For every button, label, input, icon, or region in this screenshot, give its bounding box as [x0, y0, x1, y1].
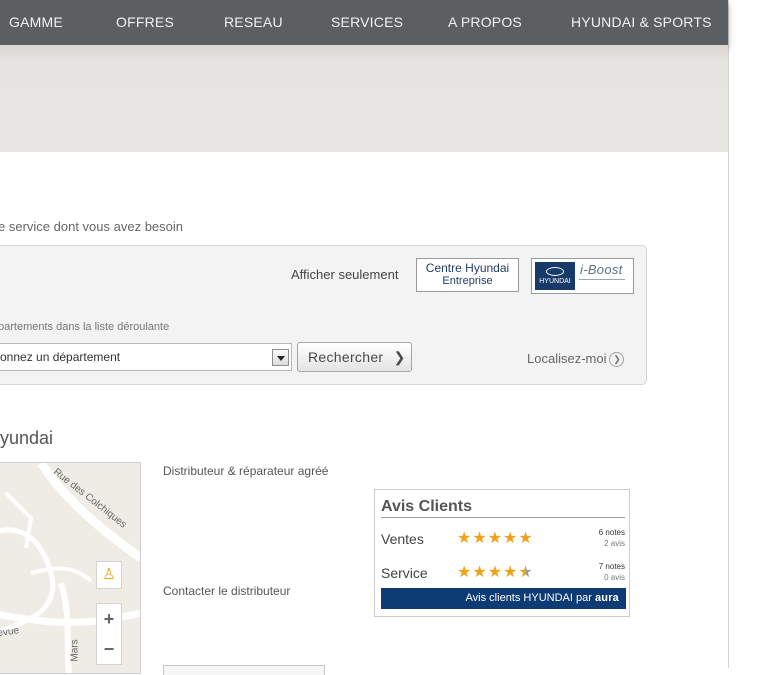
dealer-map[interactable]: Rue des Colchiques llevue Mars ♙ + −	[0, 462, 141, 674]
badge-centre-line2: Entreprise	[442, 275, 493, 287]
reviews-footer-text: Avis clients HYUNDAI par	[465, 592, 592, 604]
locate-me-link[interactable]: Localisez-moi ❯	[527, 351, 625, 368]
map-zoom-control: + −	[96, 603, 122, 665]
nav-item-a-propos[interactable]: A PROPOS	[448, 14, 522, 30]
department-select[interactable]: onnez un département	[0, 343, 292, 371]
rating-stars-icon: ★★★★★	[457, 530, 534, 547]
header-banner	[0, 45, 728, 152]
review-row-ventes: Ventes ★★★★★ 6 notes 2 avis	[381, 525, 625, 553]
rating-stars-icon: ★★★★★	[457, 564, 534, 581]
i-boost-underline	[579, 279, 625, 282]
department-hint: partements dans la liste déroulante	[0, 321, 170, 333]
circle-chevron-right-icon: ❯	[609, 352, 625, 368]
dealer-type: Distributeur & réparateur agréé	[163, 464, 329, 478]
reviews-title: Avis Clients	[381, 498, 472, 515]
nav-item-hyundai-sports[interactable]: HYUNDAI & SPORTS	[571, 14, 712, 30]
nav-item-reseau[interactable]: RESEAU	[224, 14, 283, 30]
search-button[interactable]: Rechercher ❯	[297, 342, 412, 372]
zoom-out-icon[interactable]: −	[97, 634, 121, 664]
customer-reviews-box: Avis Clients Ventes ★★★★★ 6 notes 2 avis…	[374, 489, 630, 617]
hyundai-logo-icon: HYUNDAI	[535, 262, 575, 290]
dealer-title: lyundai	[0, 428, 54, 448]
notes-count: 7 notes	[598, 562, 625, 571]
search-intro-text: e service dont vous avez besoin	[0, 219, 183, 234]
review-row-service: Service ★★★★★ 7 notes 0 avis	[381, 559, 625, 587]
contact-dealer-link[interactable]: Contacter le distributeur	[163, 584, 290, 598]
nav-item-gamme[interactable]: GAMME	[9, 14, 63, 30]
show-only-label: Afficher seulement	[291, 267, 399, 282]
i-boost-logo: i-Boost	[580, 262, 623, 277]
page: GAMME OFFRES RESEAU SERVICES A PROPOS HY…	[0, 0, 729, 675]
filter-i-boost[interactable]: HYUNDAI i-Boost	[531, 258, 634, 294]
reviews-divider	[381, 517, 625, 518]
chevron-right-icon: ❯	[393, 349, 406, 365]
map-road-label-3: Mars	[69, 639, 81, 662]
avis-count: 0 avis	[604, 573, 625, 582]
nav-item-offres[interactable]: OFFRES	[116, 14, 174, 30]
aura-logo: aura	[594, 592, 619, 604]
department-select-value: onnez un département	[0, 350, 121, 364]
avis-count: 2 avis	[604, 539, 625, 548]
filter-centre-hyundai-entreprise[interactable]: Centre Hyundai Entreprise	[416, 258, 519, 292]
review-row-label: Service	[381, 565, 428, 581]
review-counts: 7 notes 0 avis	[599, 561, 625, 583]
notes-count: 6 notes	[598, 528, 625, 537]
locate-me-label: Localisez-moi	[527, 351, 607, 366]
review-row-label: Ventes	[381, 531, 424, 547]
reviews-footer-link[interactable]: Avis clients HYUNDAI par aura	[381, 588, 626, 609]
partial-button[interactable]	[163, 665, 325, 675]
zoom-in-icon[interactable]: +	[97, 604, 121, 634]
search-button-label: Rechercher	[308, 349, 384, 365]
street-view-pegman-icon[interactable]: ♙	[96, 561, 122, 589]
nav-item-services[interactable]: SERVICES	[331, 14, 403, 30]
badge-centre-line1: Centre Hyundai	[425, 261, 510, 275]
review-counts: 6 notes 2 avis	[599, 527, 625, 549]
main-nav: GAMME OFFRES RESEAU SERVICES A PROPOS HY…	[0, 0, 728, 45]
dropdown-arrow-icon[interactable]	[272, 349, 289, 366]
